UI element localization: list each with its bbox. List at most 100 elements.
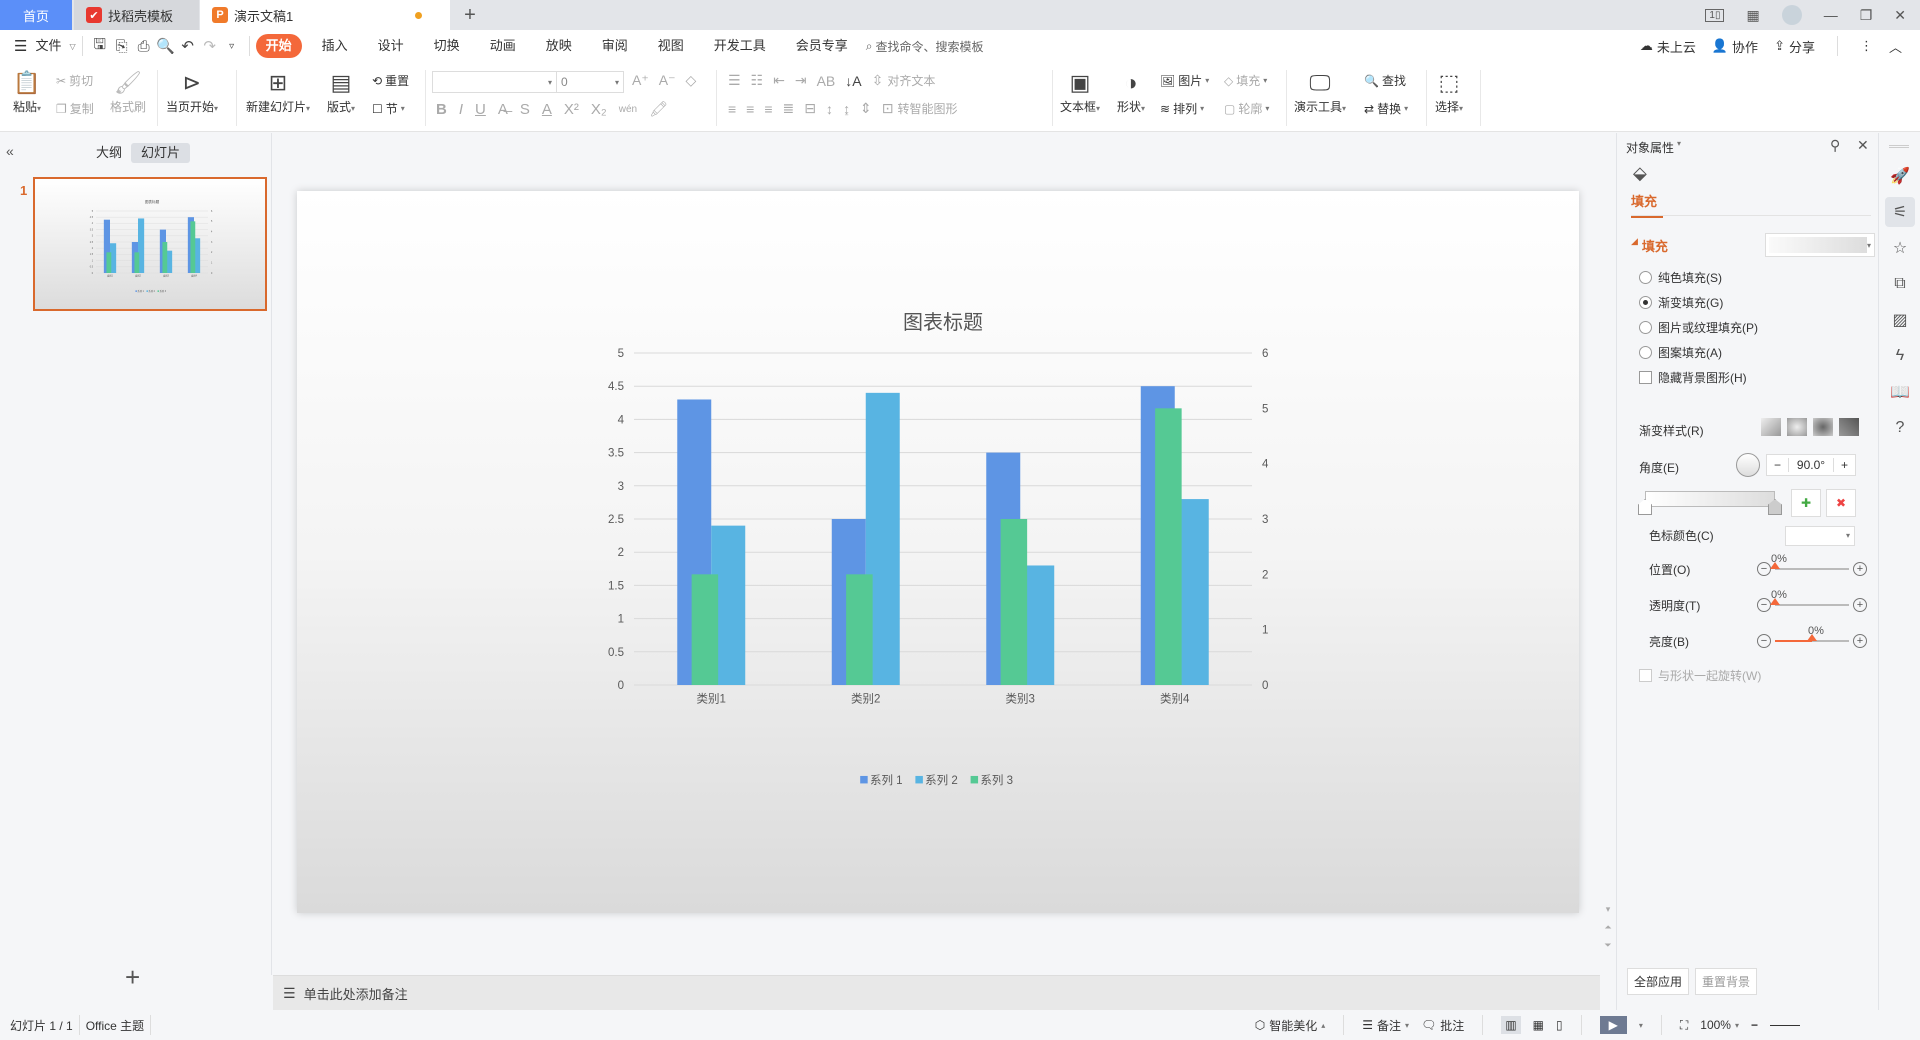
font-color-icon[interactable]: A: [542, 101, 552, 118]
underline-icon[interactable]: U: [475, 101, 486, 118]
menu-tab-insert[interactable]: 插入: [310, 34, 360, 58]
text-direction-icon[interactable]: AB: [817, 73, 836, 89]
zoom-out-button[interactable]: −: [1751, 1018, 1758, 1032]
notes-area[interactable]: ☰ 单击此处添加备注: [273, 975, 1600, 1010]
font-name-select[interactable]: ▾: [433, 72, 557, 92]
radio-pattern[interactable]: [1639, 346, 1652, 359]
textbox-button[interactable]: ▣ 文本框▾: [1060, 68, 1100, 115]
italic-icon[interactable]: I: [459, 101, 463, 118]
phonetic-guide-icon[interactable]: wén: [619, 104, 637, 115]
lightning-icon[interactable]: ϟ: [1885, 341, 1915, 371]
notes-toggle-button[interactable]: ☰ 备注 ▾: [1362, 1017, 1409, 1034]
copy-button[interactable]: ❐ 复制: [56, 100, 94, 117]
brightness-decrease-button[interactable]: −: [1757, 634, 1771, 648]
font-shrink-icon[interactable]: A⁻: [659, 72, 676, 89]
restore-button[interactable]: ❐: [1860, 7, 1873, 24]
transparency-slider[interactable]: − 0% +: [1757, 589, 1867, 613]
font-size-select[interactable]: 0 ▾: [557, 72, 623, 92]
slide-nav-arrows[interactable]: ▾ ⏶ ⏷: [1602, 900, 1614, 975]
fit-window-icon[interactable]: ⛶: [1680, 1018, 1688, 1033]
tab-presentation1[interactable]: P 演示文稿1: [200, 0, 450, 30]
add-slide-button[interactable]: +: [125, 964, 140, 990]
decrease-indent-icon[interactable]: ⇤: [773, 72, 785, 89]
undo-icon[interactable]: ↶: [177, 35, 199, 57]
justify-icon[interactable]: ≣: [783, 100, 795, 117]
close-button[interactable]: ✕: [1894, 7, 1906, 24]
zoom-slider[interactable]: [1770, 1024, 1800, 1026]
apps-grid-icon[interactable]: ▦: [1746, 7, 1759, 24]
file-menu[interactable]: ☰ 文件 ▽: [0, 34, 76, 58]
new-slide-button[interactable]: ⊞ 新建幻灯片▾: [246, 68, 310, 115]
gradient-path-option[interactable]: [1839, 418, 1859, 436]
close-panel-icon[interactable]: ✕: [1857, 137, 1869, 154]
replace-button[interactable]: ⇄ 替换 ▾: [1364, 100, 1408, 117]
angle-decrease-button[interactable]: −: [1767, 458, 1789, 472]
align-center-icon[interactable]: ≡: [746, 101, 754, 117]
design-icon[interactable]: ▨: [1885, 305, 1915, 335]
find-button[interactable]: 🔍 查找: [1364, 72, 1406, 89]
properties-title[interactable]: 对象属性 ▾: [1626, 139, 1681, 156]
smart-beautify-button[interactable]: ⬡ 智能美化 ▴: [1255, 1017, 1326, 1034]
option-pattern-fill[interactable]: 图案填充(A): [1639, 344, 1722, 361]
normal-view-icon[interactable]: ▥: [1501, 1016, 1521, 1034]
angle-value[interactable]: 90.0°: [1789, 458, 1833, 472]
fill-button[interactable]: ◇ 填充 ▾: [1224, 72, 1267, 89]
reset-button[interactable]: ⟲ 重置: [372, 72, 409, 89]
present-tools-button[interactable]: 🖵 演示工具▾: [1294, 68, 1346, 115]
outline-button[interactable]: ▢ 轮廓 ▾: [1224, 100, 1269, 117]
rotate-with-shape[interactable]: 与形状一起旋转(W): [1639, 667, 1761, 684]
collaborate-button[interactable]: 👤 协作: [1712, 37, 1758, 56]
hide-bg-checkbox[interactable]: [1639, 371, 1652, 384]
rocket-icon[interactable]: 🚀: [1885, 161, 1915, 191]
format-painter-button[interactable]: 🖌 格式刷: [110, 68, 146, 115]
share-button[interactable]: ⇪ 分享: [1774, 37, 1815, 56]
position-track[interactable]: 0%: [1770, 553, 1849, 570]
reading-view-icon[interactable]: ▯: [1556, 1018, 1563, 1032]
properties-sliders-icon[interactable]: ⚟: [1885, 197, 1915, 227]
menu-tab-member[interactable]: 会员专享: [784, 34, 860, 58]
play-from-current-button[interactable]: ⊳ 当页开始▾: [166, 68, 218, 115]
tab-slides[interactable]: 幻灯片: [131, 143, 191, 163]
radio-solid[interactable]: [1639, 271, 1652, 284]
rotate-with-shape-checkbox[interactable]: [1639, 669, 1652, 682]
select-button[interactable]: ⬚ 选择▾: [1434, 68, 1464, 115]
angle-stepper[interactable]: − 90.0° +: [1766, 454, 1856, 476]
transition-icon[interactable]: ⧉: [1885, 269, 1915, 299]
customize-icon[interactable]: ▿: [221, 35, 243, 57]
chart[interactable]: 图表标题 0 0.5 1 1.5 2 2.5 3 3.5 4 4.5 5 0 1 2 3 4 5 6 类别1 类别2 类别…: [297, 191, 1579, 913]
delete-stop-icon[interactable]: ✖: [1826, 489, 1856, 517]
font-grow-icon[interactable]: A⁺: [632, 72, 649, 89]
highlight-icon[interactable]: 🖍: [649, 100, 668, 118]
comments-button[interactable]: 🗨 批注: [1421, 1017, 1464, 1034]
increase-indent-icon[interactable]: ⇥: [795, 72, 807, 89]
transparency-increase-button[interactable]: +: [1853, 598, 1867, 612]
menu-tab-transition[interactable]: 切换: [422, 34, 472, 58]
gradient-linear-option[interactable]: [1761, 418, 1781, 436]
gradient-rect-option[interactable]: [1813, 418, 1833, 436]
tab-outline[interactable]: 大纲: [86, 143, 132, 163]
smartart-button[interactable]: ⊡ 转智能图形: [882, 100, 958, 117]
superscript-icon[interactable]: X²: [564, 101, 579, 118]
menu-tab-home[interactable]: 开始: [255, 34, 302, 58]
slide-thumbnail-1[interactable]: 图表标题 0 0.5 1 1.5 2 2.5 3 3.5 4 4.5 5 0 1 2 3 4 5 6 类别1 类别2 类别…: [33, 177, 267, 311]
play-slideshow-button[interactable]: ▶: [1599, 1016, 1627, 1034]
picture-button[interactable]: 🖼 图片 ▾: [1160, 72, 1209, 89]
zoom-select[interactable]: 100% ▾: [1700, 1018, 1739, 1032]
add-stop-icon[interactable]: ✚: [1791, 489, 1821, 517]
cloud-status[interactable]: ☁ 未上云: [1640, 37, 1696, 56]
gradient-stops-bar[interactable]: [1645, 491, 1775, 507]
option-solid-fill[interactable]: 纯色填充(S): [1639, 269, 1722, 286]
save-icon[interactable]: 🖫: [89, 35, 111, 57]
theme-name[interactable]: Office 主题: [86, 1017, 144, 1034]
menu-tab-review[interactable]: 审阅: [590, 34, 640, 58]
star-animation-icon[interactable]: ☆: [1885, 233, 1915, 263]
menu-tab-design[interactable]: 设计: [366, 34, 416, 58]
print-icon[interactable]: ⎙: [133, 35, 155, 57]
book-search-icon[interactable]: 📖: [1885, 377, 1915, 407]
option-picture-fill[interactable]: 图片或纹理填充(P): [1639, 319, 1758, 336]
pin-icon[interactable]: ⚲: [1830, 137, 1840, 154]
paste-button[interactable]: 📋 粘贴▾: [12, 68, 42, 115]
menu-tab-animation[interactable]: 动画: [478, 34, 528, 58]
transparency-track[interactable]: 0%: [1770, 589, 1849, 606]
gradient-radial-option[interactable]: [1787, 418, 1807, 436]
